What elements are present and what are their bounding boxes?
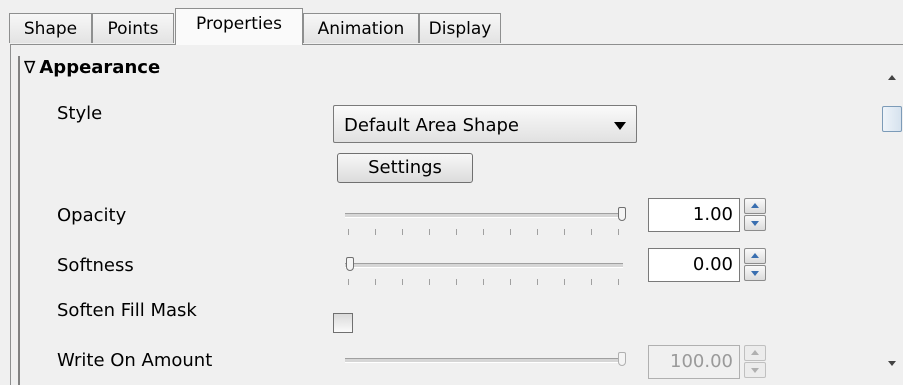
write-on-amount-spinner[interactable] [744, 345, 766, 379]
collapse-triangle-icon[interactable]: ∇ [24, 58, 35, 78]
slider-tick [564, 279, 565, 285]
slider-thumb[interactable] [346, 257, 354, 271]
softness-spinner[interactable] [744, 248, 766, 282]
slider-ticks [348, 229, 623, 235]
dropdown-arrow-icon [614, 122, 626, 130]
tab-points[interactable]: Points [92, 13, 174, 43]
write-on-amount-input[interactable]: 100.00 [648, 345, 740, 379]
slider-thumb[interactable] [618, 207, 626, 221]
slider-tick [564, 229, 565, 235]
spin-up-icon[interactable] [744, 248, 766, 264]
opacity-slider[interactable] [345, 203, 626, 239]
soften-fill-mask-checkbox[interactable] [333, 313, 353, 333]
softness-slider[interactable] [345, 253, 625, 289]
slider-tick [429, 279, 430, 285]
spin-down-icon[interactable] [744, 362, 766, 378]
slider-ticks [348, 279, 623, 285]
scroll-up-icon[interactable] [884, 70, 900, 86]
appearance-section-header[interactable]: ∇ Appearance [24, 57, 160, 78]
tab-animation[interactable]: Animation [303, 13, 419, 43]
slider-tick [456, 279, 457, 285]
slider-tick [429, 229, 430, 235]
slider-tick [483, 279, 484, 285]
slider-tick [537, 229, 538, 235]
tab-bar: Shape Points Properties Animation Displa… [0, 0, 903, 45]
tab-properties[interactable]: Properties [175, 8, 303, 45]
spin-down-icon[interactable] [744, 265, 766, 281]
settings-button[interactable]: Settings [337, 153, 473, 183]
slider-tick [483, 229, 484, 235]
soften-fill-mask-label: Soften Fill Mask [57, 300, 197, 321]
tab-display[interactable]: Display [419, 13, 501, 43]
slider-track [345, 358, 623, 363]
write-on-amount-label: Write On Amount [57, 350, 213, 371]
style-dropdown[interactable]: Default Area Shape [333, 105, 637, 143]
softness-input[interactable]: 0.00 [648, 248, 740, 282]
slider-track [345, 263, 623, 268]
style-label: Style [57, 103, 103, 124]
section-title: Appearance [39, 57, 161, 78]
slider-tick [375, 229, 376, 235]
softness-label: Softness [57, 255, 134, 276]
slider-tick [456, 229, 457, 235]
opacity-label: Opacity [57, 205, 127, 226]
slider-tick [375, 279, 376, 285]
scrollbar-thumb[interactable] [882, 106, 902, 132]
slider-tick [402, 279, 403, 285]
opacity-spinner[interactable] [744, 198, 766, 232]
slider-tick [591, 279, 592, 285]
slider-tick [510, 229, 511, 235]
slider-thumb[interactable] [618, 352, 626, 366]
tab-shape[interactable]: Shape [9, 13, 92, 43]
spin-down-icon[interactable] [744, 215, 766, 231]
slider-tick [348, 229, 349, 235]
slider-tick [402, 229, 403, 235]
slider-tick [591, 229, 592, 235]
slider-tick [537, 279, 538, 285]
slider-tick [348, 279, 349, 285]
vertical-scrollbar[interactable] [881, 56, 903, 385]
style-dropdown-value: Default Area Shape [344, 115, 519, 136]
slider-tick [618, 279, 619, 285]
scroll-down-icon[interactable] [884, 356, 900, 372]
slider-track [345, 213, 623, 218]
opacity-input[interactable]: 1.00 [648, 198, 740, 232]
slider-tick [618, 229, 619, 235]
write-on-amount-slider[interactable] [345, 348, 626, 384]
slider-tick [510, 279, 511, 285]
spin-up-icon[interactable] [744, 198, 766, 214]
spin-up-icon[interactable] [744, 345, 766, 361]
